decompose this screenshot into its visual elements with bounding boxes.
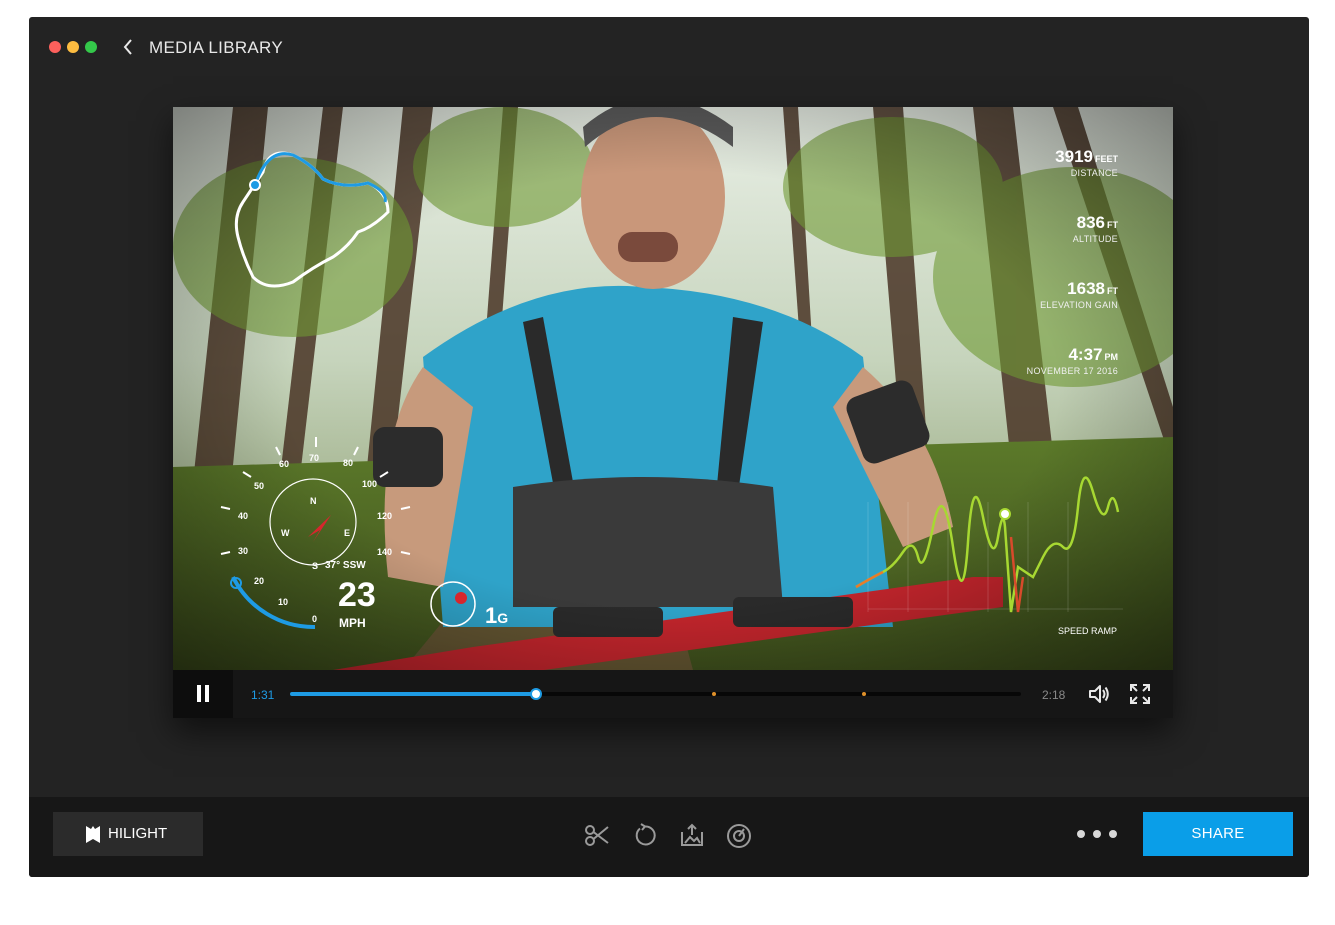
distance-value: 3919 — [1055, 147, 1093, 166]
distance-unit: FEET — [1094, 154, 1118, 164]
seek-progress — [290, 692, 537, 696]
elevation-gain-unit: FT — [1107, 286, 1118, 296]
speed-tick-50: 50 — [254, 481, 265, 491]
seek-handle[interactable] — [530, 688, 543, 700]
speed-tick-140: 140 — [377, 547, 393, 557]
bottom-toolbar: HILIGHT SHARE — [29, 797, 1309, 877]
pause-icon[interactable] — [173, 670, 233, 718]
gauge-icon[interactable] — [726, 823, 752, 849]
date-label: NOVEMBER 17 2016 — [1026, 366, 1118, 376]
speed-tick-0: 0 — [312, 614, 318, 624]
app-window: MEDIA LIBRARY 3919 FEET DISTANCE 836 FT … — [29, 17, 1309, 877]
time-unit: PM — [1104, 352, 1119, 362]
rotate-icon[interactable] — [633, 823, 657, 847]
close-window-button[interactable] — [49, 41, 61, 53]
clip-marker[interactable] — [861, 692, 866, 696]
elevation-gain-label: ELEVATION GAIN — [1040, 300, 1118, 310]
speed-tick-10: 10 — [278, 597, 289, 607]
gforce-value: 1G — [485, 604, 508, 630]
speed-unit: MPH — [339, 616, 366, 630]
elevation-gain-value: 1638 — [1067, 279, 1105, 298]
gforce-number: 1 — [485, 603, 498, 628]
speed-tick-100: 100 — [362, 479, 378, 489]
hilight-tag-icon — [86, 826, 100, 843]
distance-stat: 3919 FEET DISTANCE — [1055, 147, 1118, 178]
current-time: 1:31 — [251, 688, 275, 702]
total-time: 2:18 — [1042, 688, 1066, 702]
elevation-gain-stat: 1638 FT ELEVATION GAIN — [1040, 279, 1118, 310]
speed-tick-70: 70 — [309, 453, 320, 463]
altitude-value: 836 — [1076, 213, 1105, 232]
video-frame[interactable]: 3919 FEET DISTANCE 836 FT ALTITUDE 1638 FT … — [173, 107, 1173, 670]
video-image — [173, 107, 1173, 670]
altitude-stat: 836 FT ALTITUDE — [1073, 213, 1118, 244]
compass-w: W — [281, 528, 290, 538]
export-icon[interactable] — [680, 823, 704, 847]
page-title: MEDIA LIBRARY — [149, 38, 283, 57]
speed-tick-80: 80 — [343, 458, 354, 468]
share-button[interactable]: SHARE — [1143, 812, 1293, 856]
volume-icon[interactable] — [1087, 683, 1111, 705]
speed-ramp-label: SPEED RAMP — [1058, 626, 1118, 636]
compass-heading: 37° SSW — [325, 560, 366, 571]
compass-n: N — [310, 496, 317, 506]
compass-s: S — [312, 561, 319, 571]
gforce-unit: G — [497, 610, 509, 626]
fullscreen-icon[interactable] — [1129, 683, 1151, 705]
clip-marker[interactable] — [711, 692, 716, 696]
distance-label: DISTANCE — [1070, 168, 1118, 178]
hilight-label: HILIGHT — [108, 825, 168, 842]
scissors-icon[interactable] — [584, 823, 610, 847]
hilight-button[interactable]: HILIGHT — [53, 812, 203, 856]
playback-controls: 1:31 2:18 — [173, 670, 1173, 718]
speed-value: 23 — [338, 576, 376, 614]
speed-tick-60: 60 — [279, 459, 290, 469]
altitude-unit: FT — [1107, 220, 1118, 230]
compass-e: E — [344, 528, 351, 538]
speed-tick-40: 40 — [238, 511, 249, 521]
more-options-icon[interactable] — [1075, 829, 1119, 839]
speed-tick-30: 30 — [238, 546, 249, 556]
chevron-left-icon[interactable] — [121, 37, 135, 57]
clip-marker[interactable] — [393, 692, 398, 696]
time-stat: 4:37 PM NOVEMBER 17 2016 — [1027, 345, 1118, 376]
time-value: 4:37 — [1068, 345, 1103, 364]
maximize-window-button[interactable] — [85, 41, 97, 53]
speed-tick-20: 20 — [254, 576, 265, 586]
minimize-window-button[interactable] — [67, 41, 79, 53]
speed-tick-120: 120 — [377, 511, 393, 521]
video-player: 3919 FEET DISTANCE 836 FT ALTITUDE 1638 FT … — [173, 107, 1173, 718]
altitude-label: ALTITUDE — [1072, 234, 1118, 244]
